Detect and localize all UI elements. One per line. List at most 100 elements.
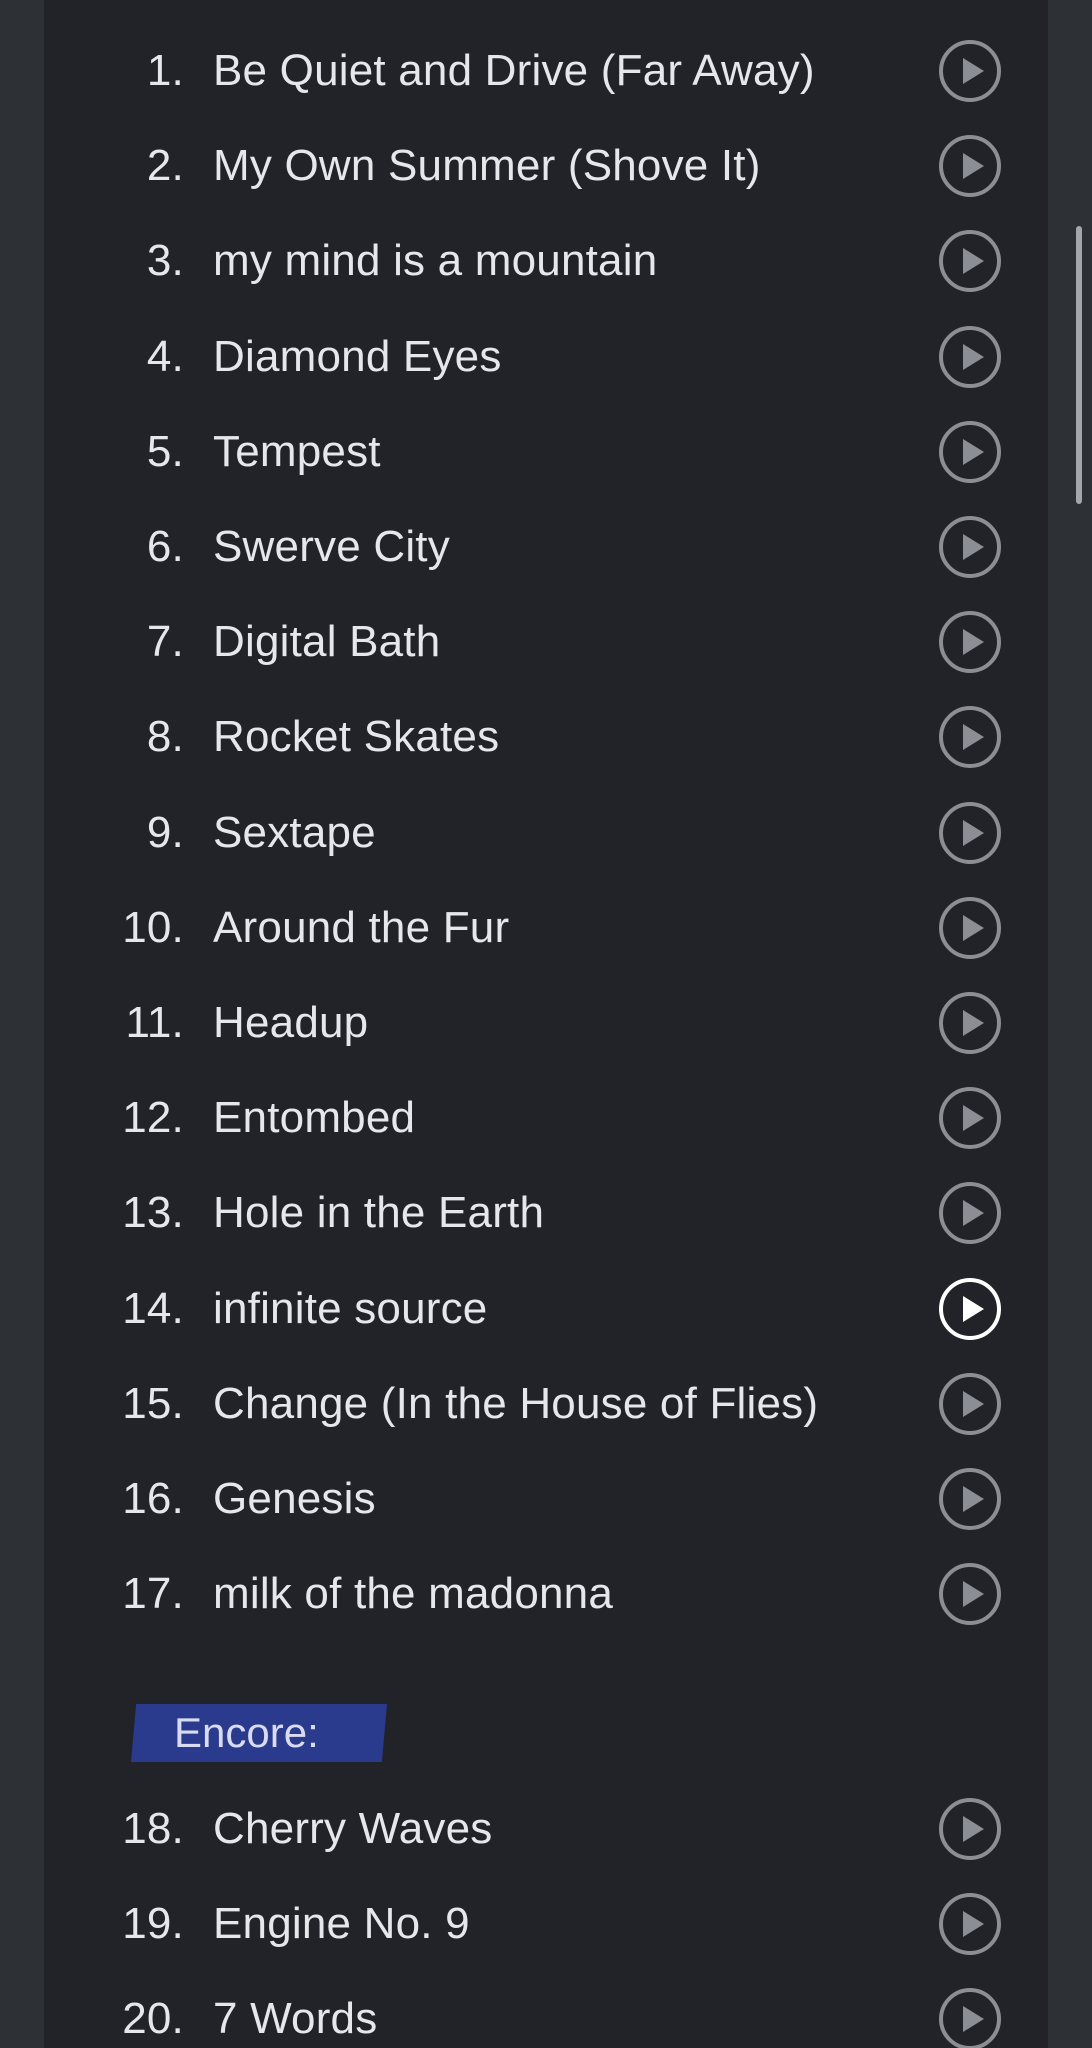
play-icon [939, 326, 1001, 388]
setlist-row: 19. Engine No. 9 [44, 1889, 1048, 1959]
track-number: 14. [122, 1284, 184, 1333]
setlist-row: 14. infinite source [44, 1274, 1048, 1344]
track-title: Tempest [213, 427, 381, 476]
play-button[interactable] [938, 1892, 1002, 1956]
track-title: My Own Summer (Shove It) [213, 141, 761, 190]
track-number: 11. [125, 998, 184, 1047]
play-button[interactable] [938, 801, 1002, 865]
track-title: Genesis [213, 1474, 376, 1523]
play-button[interactable] [938, 1987, 1002, 2048]
play-button[interactable] [938, 420, 1002, 484]
track-number: 9. [146, 808, 184, 857]
play-icon [939, 1373, 1001, 1435]
track-title: Around the Fur [213, 903, 510, 952]
track-number: 19. [122, 1899, 184, 1948]
track-title: infinite source [213, 1284, 488, 1333]
track-number: 6. [146, 522, 184, 571]
track-title: Change (In the House of Flies) [213, 1379, 819, 1428]
track-title: Entombed [213, 1093, 416, 1142]
track-number: 13. [122, 1188, 184, 1237]
track-number: 7. [146, 617, 184, 666]
play-icon [939, 516, 1001, 578]
track-title: Sextape [213, 808, 376, 857]
play-button[interactable] [938, 610, 1002, 674]
play-icon [939, 1468, 1001, 1530]
play-button[interactable] [938, 134, 1002, 198]
setlist-row: 18. Cherry Waves [44, 1794, 1048, 1864]
play-button[interactable] [938, 1467, 1002, 1531]
track-title: Be Quiet and Drive (Far Away) [213, 46, 815, 95]
track-number: 17. [122, 1569, 184, 1618]
play-icon [939, 1182, 1001, 1244]
track-number: 18. [122, 1804, 184, 1853]
setlist-panel: 1. Be Quiet and Drive (Far Away) 2. My Own … [44, 0, 1048, 2048]
setlist-row: 1. Be Quiet and Drive (Far Away) [44, 36, 1048, 106]
setlist-row: 10. Around the Fur [44, 893, 1048, 963]
play-button[interactable] [938, 1086, 1002, 1150]
setlist-row: 13. Hole in the Earth [44, 1178, 1048, 1248]
track-title: my mind is a mountain [213, 236, 658, 285]
play-icon [939, 421, 1001, 483]
play-button[interactable] [938, 325, 1002, 389]
play-button[interactable] [938, 515, 1002, 579]
setlist-row: 6. Swerve City [44, 512, 1048, 582]
play-button[interactable] [938, 991, 1002, 1055]
track-number: 12. [122, 1093, 184, 1142]
track-title: Hole in the Earth [213, 1188, 545, 1237]
track-title: Headup [213, 998, 369, 1047]
track-number: 15. [122, 1379, 184, 1428]
play-button[interactable] [938, 1797, 1002, 1861]
setlist-row: 9. Sextape [44, 798, 1048, 868]
encore-label: Encore: [174, 1709, 319, 1756]
play-button[interactable] [938, 39, 1002, 103]
play-button[interactable] [938, 229, 1002, 293]
play-icon [939, 1563, 1001, 1625]
scrollbar-thumb[interactable] [1076, 226, 1082, 504]
play-icon [939, 1087, 1001, 1149]
track-number: 2. [146, 141, 184, 190]
track-number: 16. [122, 1474, 184, 1523]
setlist-row: 8. Rocket Skates [44, 702, 1048, 772]
track-number: 20. [122, 1994, 184, 2043]
setlist-row: 2. My Own Summer (Shove It) [44, 131, 1048, 201]
play-icon [939, 706, 1001, 768]
play-button[interactable] [938, 896, 1002, 960]
setlist-row: 16. Genesis [44, 1464, 1048, 1534]
play-icon [939, 897, 1001, 959]
setlist-row: 17. milk of the madonna [44, 1559, 1048, 1629]
track-title: Rocket Skates [213, 712, 500, 761]
play-icon [939, 230, 1001, 292]
play-icon [939, 1278, 1001, 1340]
track-title: Diamond Eyes [213, 332, 502, 381]
play-icon [939, 135, 1001, 197]
play-icon [939, 992, 1001, 1054]
track-number: 3. [146, 236, 184, 285]
track-title: Cherry Waves [213, 1804, 493, 1853]
play-icon [939, 1798, 1001, 1860]
play-button[interactable] [938, 1562, 1002, 1626]
track-number: 8. [146, 712, 184, 761]
track-number: 10. [122, 903, 184, 952]
setlist-row: 3. my mind is a mountain [44, 226, 1048, 296]
play-icon [939, 611, 1001, 673]
play-icon [939, 1893, 1001, 1955]
track-title: milk of the madonna [213, 1569, 614, 1618]
play-button[interactable] [938, 1372, 1002, 1436]
setlist-row: 11. Headup [44, 988, 1048, 1058]
setlist-row: 7. Digital Bath [44, 607, 1048, 677]
track-number: 4. [146, 332, 184, 381]
track-title: Digital Bath [213, 617, 441, 666]
track-number: 5. [146, 427, 184, 476]
setlist-row: 12. Entombed [44, 1083, 1048, 1153]
track-number: 1. [146, 46, 184, 95]
play-icon [939, 40, 1001, 102]
play-icon [939, 802, 1001, 864]
track-title: Engine No. 9 [213, 1899, 470, 1948]
setlist-row: 5. Tempest [44, 417, 1048, 487]
setlist-row: 4. Diamond Eyes [44, 322, 1048, 392]
play-button[interactable] [938, 1277, 1002, 1341]
setlist-row: 20. 7 Words [44, 1984, 1048, 2048]
track-title: Swerve City [213, 522, 450, 571]
play-button[interactable] [938, 1181, 1002, 1245]
play-button[interactable] [938, 705, 1002, 769]
